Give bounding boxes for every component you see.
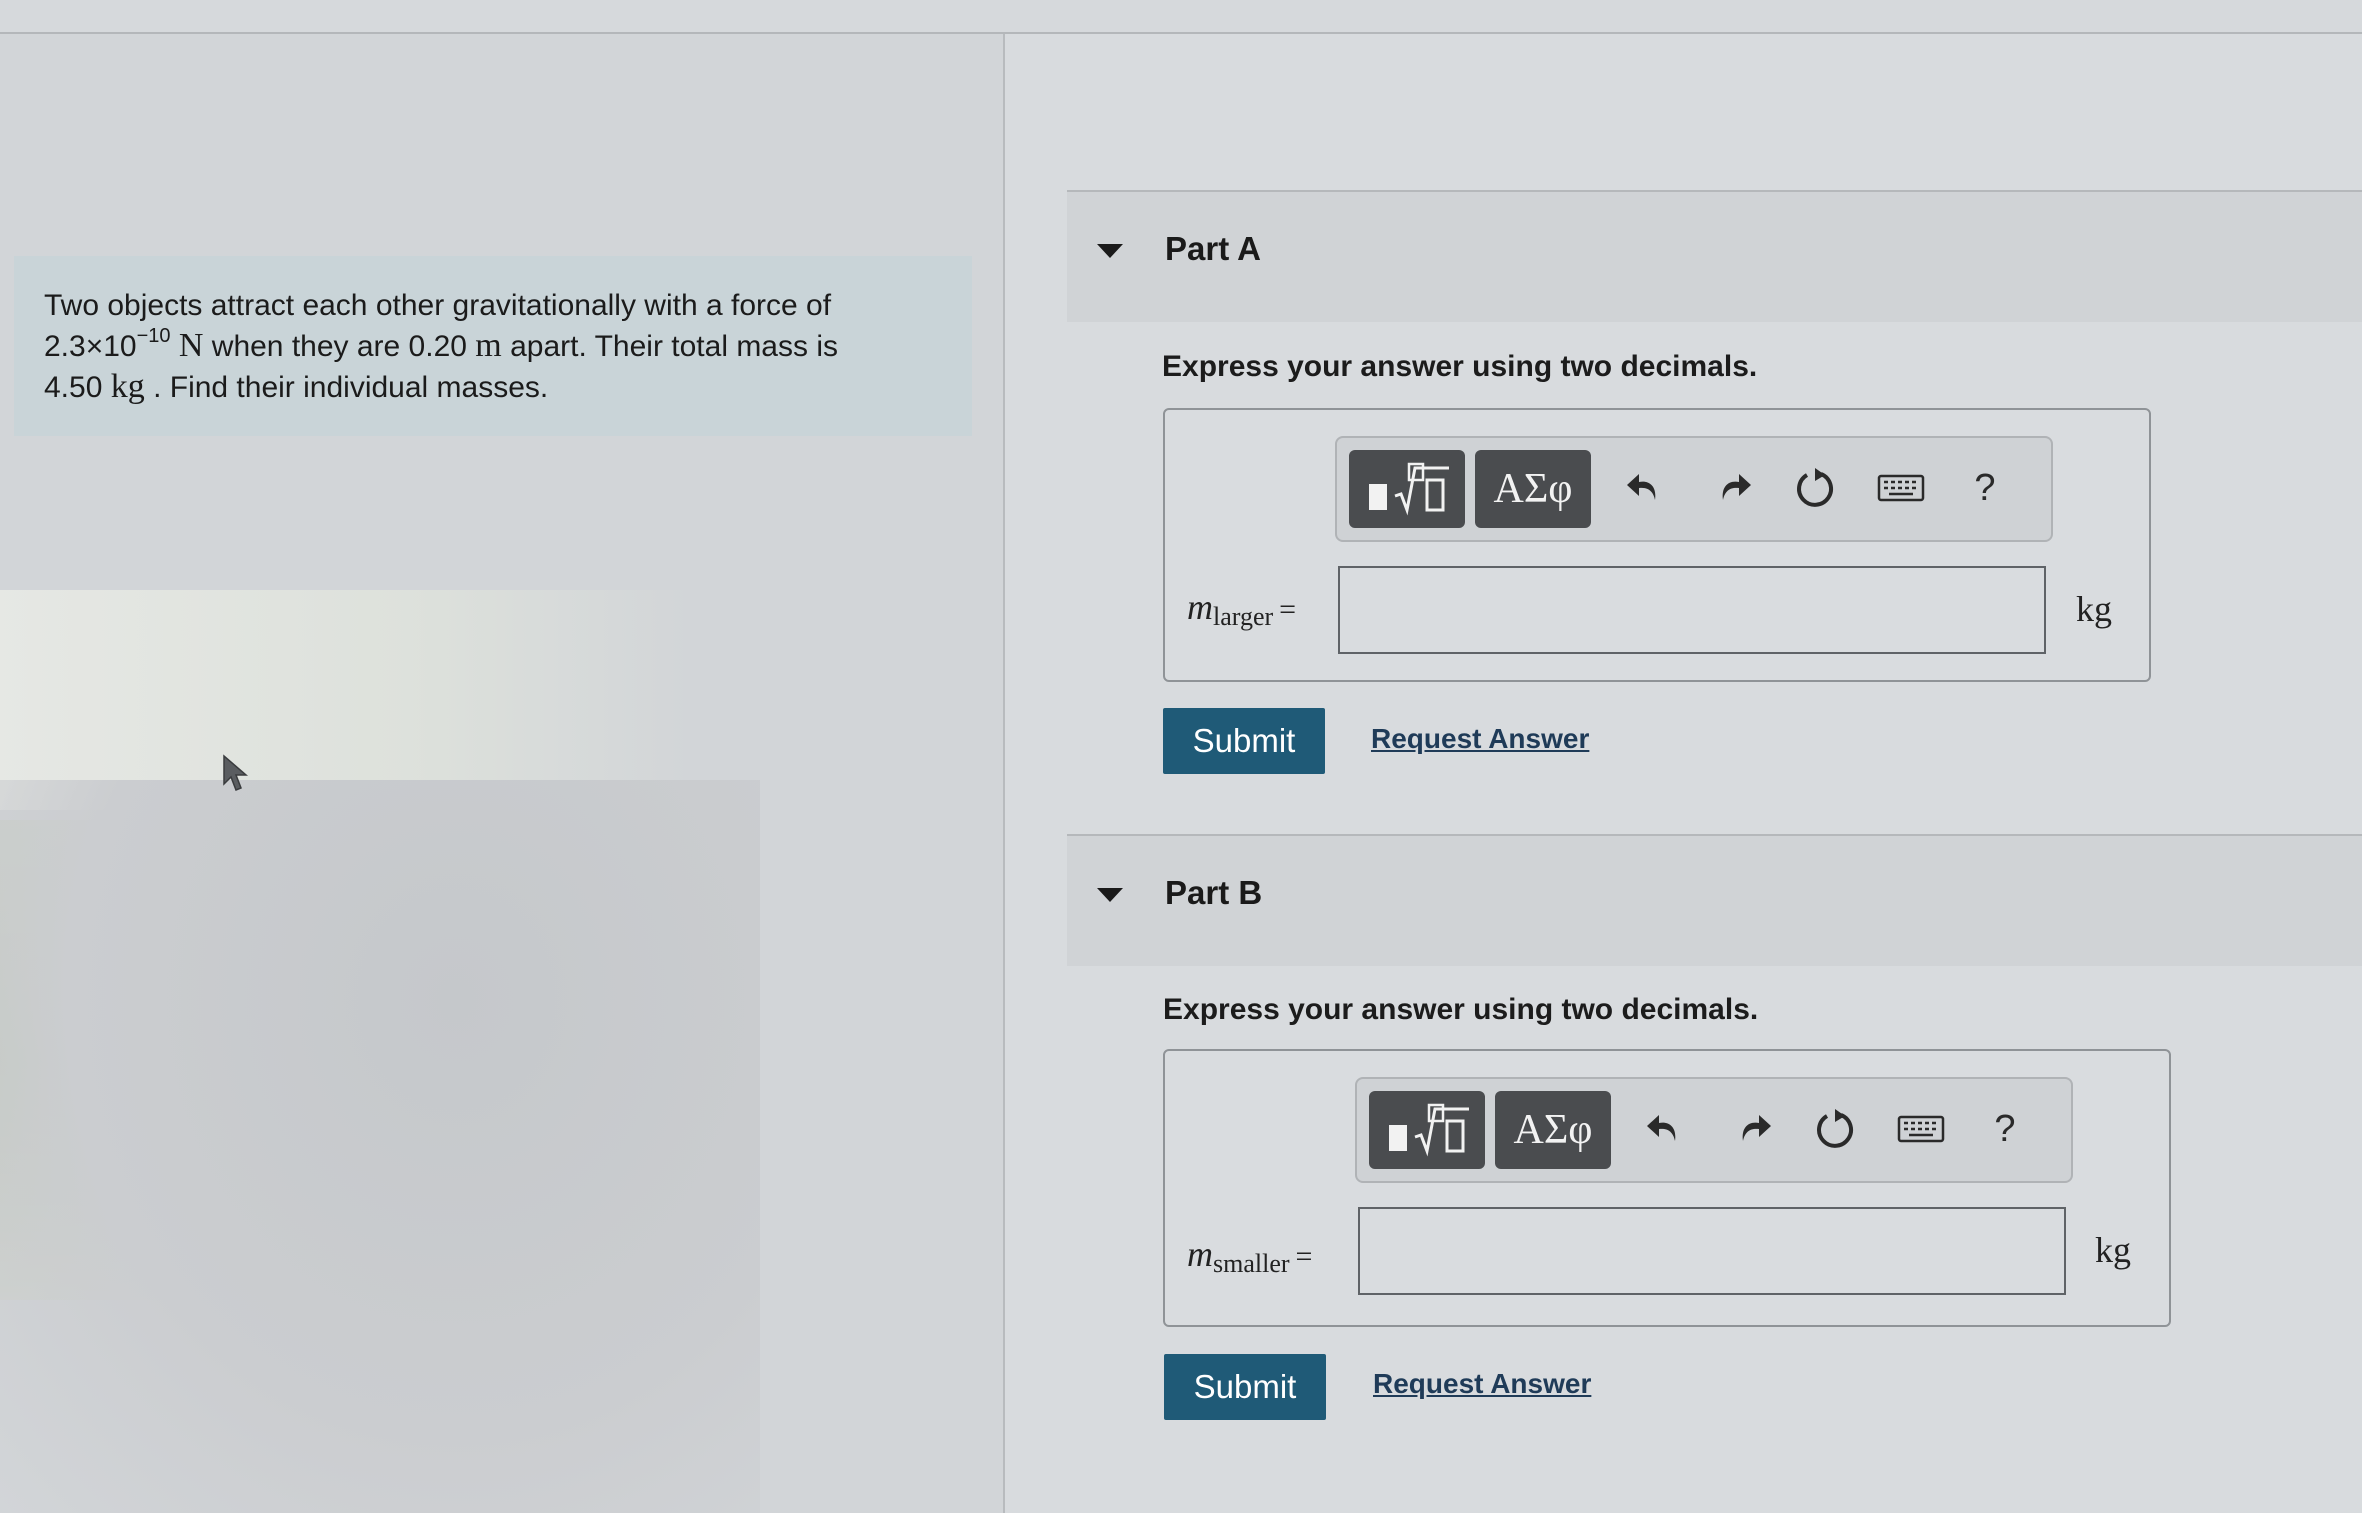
- mass-unit: kg: [110, 368, 145, 405]
- variable-symbol: m: [1187, 587, 1213, 627]
- part-a-variable-label: mlarger =: [1187, 586, 1296, 632]
- reset-icon[interactable]: [1809, 1103, 1861, 1155]
- problem-text-1: Two objects attract each other gravitati…: [44, 289, 832, 322]
- screen-shadow: [0, 780, 760, 1513]
- undo-icon[interactable]: [1639, 1103, 1691, 1155]
- part-a-request-answer-link[interactable]: Request Answer: [1371, 723, 1589, 755]
- mouse-pointer-icon: [223, 754, 249, 791]
- force-coefficient: 2.3×10: [44, 330, 137, 363]
- problem-text-2: when they are 0.20: [203, 330, 476, 363]
- part-a-instruction: Express your answer using two decimals.: [1162, 350, 1758, 383]
- problem-text-4: . Find their individual masses.: [144, 371, 549, 404]
- mass-value: 4.50: [44, 371, 111, 404]
- part-b-instruction: Express your answer using two decimals.: [1163, 993, 1759, 1026]
- part-a-header[interactable]: Part A: [1067, 190, 2362, 322]
- part-b-variable-label: msmaller =: [1187, 1233, 1312, 1279]
- part-b-answer-input[interactable]: [1358, 1207, 2066, 1295]
- collapse-caret-icon[interactable]: [1097, 244, 1123, 258]
- variable-symbol: m: [1187, 1234, 1213, 1274]
- greek-symbols-button[interactable]: ΑΣφ: [1495, 1091, 1611, 1169]
- undo-icon[interactable]: [1619, 462, 1671, 514]
- force-exponent: −10: [136, 325, 171, 347]
- redo-icon[interactable]: [1707, 462, 1759, 514]
- part-b-math-toolbar: ΑΣφ ?: [1355, 1077, 2073, 1183]
- equals-sign: =: [1279, 593, 1297, 626]
- part-a-answer-box: ΑΣφ ? mlarger = kg: [1163, 408, 2151, 682]
- part-a-unit: kg: [2076, 589, 2112, 629]
- problem-text-3: apart. Their total mass is: [501, 330, 838, 363]
- variable-subscript: smaller: [1213, 1249, 1290, 1278]
- keyboard-icon[interactable]: [1895, 1103, 1947, 1155]
- problem-statement: Two objects attract each other gravitati…: [14, 256, 972, 436]
- variable-subscript: larger: [1213, 602, 1274, 631]
- part-a-submit-button[interactable]: Submit: [1163, 708, 1325, 774]
- help-button[interactable]: ?: [1959, 462, 2011, 514]
- keyboard-icon[interactable]: [1875, 462, 1927, 514]
- part-a-answer-input[interactable]: [1338, 566, 2046, 654]
- greek-symbols-button[interactable]: ΑΣφ: [1475, 450, 1591, 528]
- equals-sign: =: [1295, 1240, 1313, 1273]
- part-b-unit: kg: [2095, 1230, 2131, 1270]
- fraction-root-template-icon[interactable]: [1349, 450, 1465, 528]
- screen-glare: [0, 590, 690, 810]
- part-a-title: Part A: [1165, 230, 1261, 267]
- reset-icon[interactable]: [1789, 462, 1841, 514]
- distance-unit: m: [475, 327, 502, 364]
- redo-icon[interactable]: [1727, 1103, 1779, 1155]
- fraction-root-template-icon[interactable]: [1369, 1091, 1485, 1169]
- collapse-caret-icon[interactable]: [1097, 888, 1123, 902]
- part-a-math-toolbar: ΑΣφ ?: [1335, 436, 2053, 542]
- part-b-title: Part B: [1165, 874, 1263, 911]
- part-b-header[interactable]: Part B: [1067, 834, 2362, 966]
- part-b-answer-box: ΑΣφ ? msmaller = kg: [1163, 1049, 2171, 1327]
- force-unit: N: [178, 327, 204, 364]
- part-b-request-answer-link[interactable]: Request Answer: [1373, 1368, 1591, 1400]
- part-b-submit-button[interactable]: Submit: [1164, 1354, 1326, 1420]
- help-button[interactable]: ?: [1979, 1103, 2031, 1155]
